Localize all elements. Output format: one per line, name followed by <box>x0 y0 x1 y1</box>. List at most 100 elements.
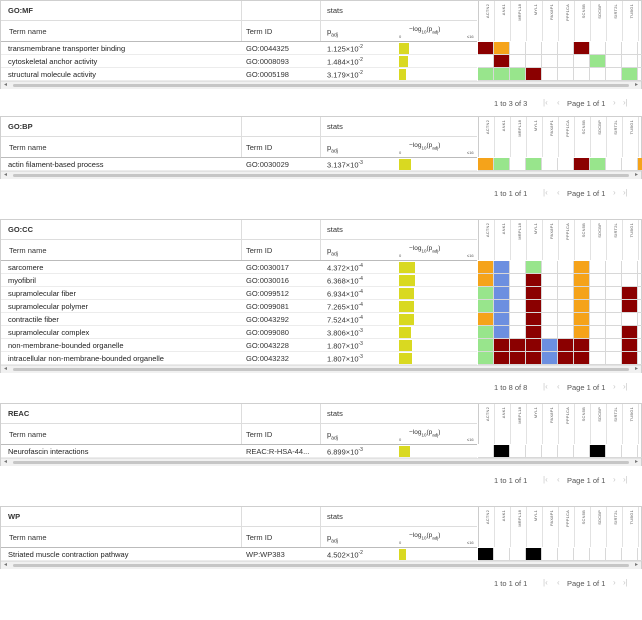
gene-cell-pax8p1[interactable] <box>542 55 558 68</box>
gene-cell-pax8p1[interactable] <box>542 158 558 171</box>
term-name[interactable]: supramolecular polymer <box>8 302 88 311</box>
gene-cell-scn5b[interactable] <box>574 339 590 352</box>
gene-cell-sdcbp[interactable] <box>590 326 606 339</box>
gene-cell-tyrobp[interactable] <box>638 158 642 171</box>
gene-cell-tyrobp[interactable] <box>638 68 642 81</box>
gene-cell-actn2[interactable] <box>478 352 494 365</box>
gene-cell-scn5b[interactable] <box>574 158 590 171</box>
scroll-thumb[interactable] <box>13 461 629 464</box>
gene-cell-sdcbp[interactable] <box>590 158 606 171</box>
column-header-padj[interactable]: padj <box>327 533 338 545</box>
gene-cell-scn5b[interactable] <box>574 55 590 68</box>
gene-cell-mrpl18[interactable] <box>510 287 526 300</box>
term-name[interactable]: supramolecular fiber <box>8 289 76 298</box>
column-header-term-name[interactable]: Term name <box>9 143 47 152</box>
gene-cell-tyrobp[interactable] <box>638 548 642 561</box>
gene-cell-ppp1ca[interactable] <box>558 313 574 326</box>
gene-cell-scn5b[interactable] <box>574 287 590 300</box>
gene-cell-sdcbp[interactable] <box>590 274 606 287</box>
gene-cell-tyrobp[interactable] <box>638 313 642 326</box>
gene-cell-sdcbp[interactable] <box>590 261 606 274</box>
gene-cell-pax8p1[interactable] <box>542 445 558 458</box>
gene-cell-tubg1[interactable] <box>622 274 638 287</box>
gene-cell-tubg1[interactable] <box>622 158 638 171</box>
gene-cell-ank1[interactable] <box>494 55 510 68</box>
gene-column-ank1[interactable]: ANK1 <box>495 220 511 260</box>
gene-cell-ank1[interactable] <box>494 326 510 339</box>
gene-cell-ank1[interactable] <box>494 445 510 458</box>
gene-column-sdcbp[interactable]: SDCBP <box>591 117 607 157</box>
term-id[interactable]: GO:0005198 <box>246 70 289 79</box>
gene-cell-ppp1ca[interactable] <box>558 274 574 287</box>
gene-cell-ppp1ca[interactable] <box>558 548 574 561</box>
gene-cell-actn2[interactable] <box>478 68 494 81</box>
gene-cell-ppp1ca[interactable] <box>558 326 574 339</box>
gene-cell-sirt2l[interactable] <box>606 326 622 339</box>
gene-column-pax8p1[interactable]: PAX8P1 <box>543 1 559 41</box>
term-id[interactable]: GO:0030016 <box>246 276 289 285</box>
gene-column-sirt2l[interactable]: SIRT2L <box>607 220 623 260</box>
first-page-icon[interactable]: |‹ <box>543 382 548 391</box>
gene-column-mrpl18[interactable]: MRPL18 <box>511 1 527 41</box>
gene-cell-sirt2l[interactable] <box>606 158 622 171</box>
gene-cell-sirt2l[interactable] <box>606 339 622 352</box>
gene-cell-ppp1ca[interactable] <box>558 352 574 365</box>
horizontal-scrollbar[interactable]: ◂ ▸ <box>1 171 641 179</box>
gene-cell-sdcbp[interactable] <box>590 548 606 561</box>
horizontal-scrollbar[interactable]: ◂ ▸ <box>1 561 641 569</box>
gene-column-tubg1[interactable]: TUBG1 <box>623 507 639 547</box>
prev-page-icon[interactable]: ‹ <box>557 98 560 107</box>
term-name[interactable]: sarcomere <box>8 263 43 272</box>
table-row[interactable]: intracellular non-membrane-bounded organ… <box>1 352 642 365</box>
gene-column-myl1[interactable]: MYL1 <box>527 1 543 41</box>
prev-page-icon[interactable]: ‹ <box>557 382 560 391</box>
gene-cell-actn2[interactable] <box>478 274 494 287</box>
gene-column-ank1[interactable]: ANK1 <box>495 1 511 41</box>
gene-cell-tubg1[interactable] <box>622 313 638 326</box>
table-row[interactable]: actin filament-based process GO:0030029 3.… <box>1 158 642 171</box>
gene-column-scn5b[interactable]: SCN5B <box>575 404 591 444</box>
gene-cell-mrpl18[interactable] <box>510 313 526 326</box>
column-header-term-name[interactable]: Term name <box>9 533 47 542</box>
gene-cell-ank1[interactable] <box>494 261 510 274</box>
gene-cell-actn2[interactable] <box>478 158 494 171</box>
gene-column-scn5b[interactable]: SCN5B <box>575 507 591 547</box>
gene-cell-sdcbp[interactable] <box>590 313 606 326</box>
table-row[interactable]: transmembrane transporter binding GO:0044… <box>1 42 642 55</box>
gene-cell-tubg1[interactable] <box>622 68 638 81</box>
gene-column-sdcbp[interactable]: SDCBP <box>591 220 607 260</box>
gene-cell-actn2[interactable] <box>478 445 494 458</box>
term-id[interactable]: GO:0030029 <box>246 160 289 169</box>
gene-cell-pax8p1[interactable] <box>542 287 558 300</box>
last-page-icon[interactable]: ›| <box>623 578 628 587</box>
term-id[interactable]: GO:0043228 <box>246 341 289 350</box>
gene-column-actn2[interactable]: ACTN2 <box>479 404 495 444</box>
term-name[interactable]: contractile fiber <box>8 315 59 324</box>
first-page-icon[interactable]: |‹ <box>543 188 548 197</box>
gene-cell-myl1[interactable] <box>526 55 542 68</box>
table-row[interactable]: supramolecular complex GO:0099080 3.806×10… <box>1 326 642 339</box>
column-header-term-name[interactable]: Term name <box>9 246 47 255</box>
gene-cell-tubg1[interactable] <box>622 261 638 274</box>
gene-cell-myl1[interactable] <box>526 287 542 300</box>
gene-cell-ppp1ca[interactable] <box>558 261 574 274</box>
gene-column-sirt2l[interactable]: SIRT2L <box>607 404 623 444</box>
gene-cell-ank1[interactable] <box>494 274 510 287</box>
gene-cell-tubg1[interactable] <box>622 352 638 365</box>
term-name[interactable]: myofibril <box>8 276 36 285</box>
scroll-right-icon[interactable]: ▸ <box>635 171 638 178</box>
next-page-icon[interactable]: › <box>613 188 616 197</box>
column-header-neglog[interactable]: −log10(padj) 0 ≤16 <box>399 242 477 260</box>
scroll-left-icon[interactable]: ◂ <box>4 365 7 372</box>
gene-column-actn2[interactable]: ACTN2 <box>479 1 495 41</box>
table-row[interactable]: supramolecular polymer GO:0099081 7.265×10… <box>1 300 642 313</box>
scroll-thumb[interactable] <box>13 84 629 87</box>
column-header-term-id[interactable]: Term ID <box>246 143 272 152</box>
term-id[interactable]: WP:WP383 <box>246 550 285 559</box>
gene-cell-ppp1ca[interactable] <box>558 158 574 171</box>
gene-cell-ppp1ca[interactable] <box>558 55 574 68</box>
gene-cell-ank1[interactable] <box>494 313 510 326</box>
gene-cell-tyrobp[interactable] <box>638 261 642 274</box>
gene-cell-tyrobp[interactable] <box>638 42 642 55</box>
gene-column-sdcbp[interactable]: SDCBP <box>591 507 607 547</box>
